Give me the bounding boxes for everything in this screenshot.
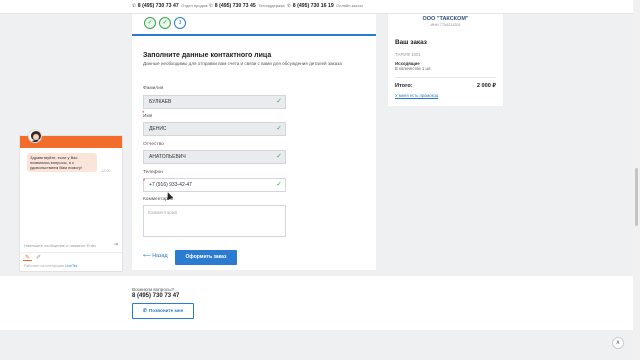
footer-question: Возникли вопросы? xyxy=(132,287,175,292)
phone-sales[interactable]: ✆ 8 (495) 730 73 47 Отдел продаж xyxy=(132,3,208,9)
page-scrollbar[interactable] xyxy=(633,0,640,360)
total-label: Итого: xyxy=(395,83,413,89)
required-marker: * xyxy=(143,179,146,185)
middle-name-label: Отчество xyxy=(143,142,164,147)
check-icon: ✓ xyxy=(276,98,282,105)
first-name-field[interactable]: ДЕНИС ✓ xyxy=(143,122,286,136)
callback-label: Позвоните мне xyxy=(148,308,184,313)
last-name-field[interactable]: БУЛКАЕВ ✓ xyxy=(143,95,286,109)
comment-placeholder: Комментарий xyxy=(148,210,177,215)
org-name: ООО "ТАКСКОМ" xyxy=(422,16,469,22)
phone-label: Телефон xyxy=(143,170,163,175)
phone-icon: ✆ xyxy=(132,3,136,8)
first-name-value: ДЕНИС xyxy=(149,126,167,132)
chat-input-divider xyxy=(20,252,122,253)
last-name-value: БУЛКАЕВ xyxy=(149,99,172,105)
chat-message-input[interactable]: Напишите сообщение и нажмите Enter xyxy=(24,243,96,248)
order-divider xyxy=(395,77,496,78)
phone-icon: ✆ xyxy=(209,3,213,8)
promo-code-link[interactable]: У меня есть промокод xyxy=(395,93,438,98)
scrollbar-thumb[interactable] xyxy=(635,168,638,226)
form-title: Заполните данные контактного лица xyxy=(143,52,272,59)
check-icon: ✓ xyxy=(276,125,282,132)
phone-support-label: Техподдержка xyxy=(258,3,285,8)
order-title: Ваш заказ xyxy=(395,39,427,46)
operator-avatar xyxy=(28,129,42,143)
attach-icon[interactable]: ✐ xyxy=(36,254,41,261)
check-icon: ✓ xyxy=(276,153,282,160)
callback-button[interactable]: ✆ Позвоните мне xyxy=(132,303,194,319)
phone-field[interactable]: * +7 (916) 933-42-47 ✓ xyxy=(143,178,286,192)
phone-sales-number: 8 (495) 730 73 47 xyxy=(137,3,179,9)
required-marker: * xyxy=(142,111,145,117)
chat-greeting-message: Здравствуйте, если у Вас появились вопро… xyxy=(27,153,97,172)
step-2-done-icon[interactable]: ✓ xyxy=(159,17,171,29)
middle-name-value: АНАТОЛЬЕВИЧ xyxy=(149,154,186,160)
middle-name-field[interactable]: АНАТОЛЬЕВИЧ ✓ xyxy=(143,150,286,164)
chat-active-tab-indicator xyxy=(23,260,32,261)
phone-support-number: 8 (495) 730 73 45 xyxy=(214,3,256,9)
phone-cashboxes-number: 8 (495) 730 16 19 xyxy=(292,3,334,9)
phone-value: +7 (916) 933-42-47 xyxy=(149,182,192,188)
org-inn: ИНН 7704211201 xyxy=(430,23,461,27)
phone-icon: ✆ xyxy=(287,3,291,8)
includes-quantity: В количестве 1 шт. xyxy=(395,66,432,71)
chat-widget: Здравствуйте, если у Вас появились вопро… xyxy=(19,129,123,272)
contact-form-card: ✓ ✓ 3 Заполните данные контактного лица … xyxy=(132,14,376,270)
phone-icon: ✆ xyxy=(142,308,147,314)
send-icon[interactable]: ⇥ xyxy=(113,241,118,248)
check-icon: ✓ xyxy=(276,181,282,188)
footer-phone[interactable]: 8 (495) 730 73 47 xyxy=(132,293,179,299)
step-3-current: 3 xyxy=(174,17,186,29)
phone-cashboxes[interactable]: ✆ 8 (495) 730 16 19 Онлайн-кассы xyxy=(287,3,363,9)
steps-progress-bar xyxy=(132,34,376,36)
top-phone-bar: ✆ 8 (495) 730 73 47 Отдел продаж ✆ 8 (495)… xyxy=(0,0,640,14)
chat-powered-by: Работает на платформе LiveTex xyxy=(24,264,78,268)
last-name-label: Фамилия xyxy=(143,86,164,91)
form-description: Данные необходимы для отправки вам счета… xyxy=(143,61,342,66)
chat-message-time: 12:00 xyxy=(101,169,111,173)
phone-cashboxes-label: Онлайн-кассы xyxy=(336,3,363,8)
footer-section: Возникли вопросы? 8 (495) 730 73 47 ✆ Поз… xyxy=(0,276,640,330)
step-1-done-icon[interactable]: ✓ xyxy=(144,17,156,29)
scroll-up-icon[interactable]: ∧ xyxy=(612,337,624,349)
submit-order-button[interactable]: Оформить заказ xyxy=(175,250,237,265)
comment-textarea[interactable]: Комментарий xyxy=(143,205,286,237)
tariff-name: ТАРИФ 1001 xyxy=(395,52,421,57)
phone-support[interactable]: ✆ 8 (495) 730 73 45 Техподдержка xyxy=(209,3,285,9)
total-value: 2 000 ₽ xyxy=(476,83,496,89)
first-name-label: * Имя xyxy=(142,111,153,119)
order-summary: ООО "ТАКСКОМ" ИНН 7704211201 Ваш заказ Т… xyxy=(388,14,503,106)
livetex-link[interactable]: LiveTex xyxy=(65,264,77,268)
back-link[interactable]: ⟵ Назад xyxy=(143,253,168,259)
phone-sales-label: Отдел продаж xyxy=(181,3,208,8)
